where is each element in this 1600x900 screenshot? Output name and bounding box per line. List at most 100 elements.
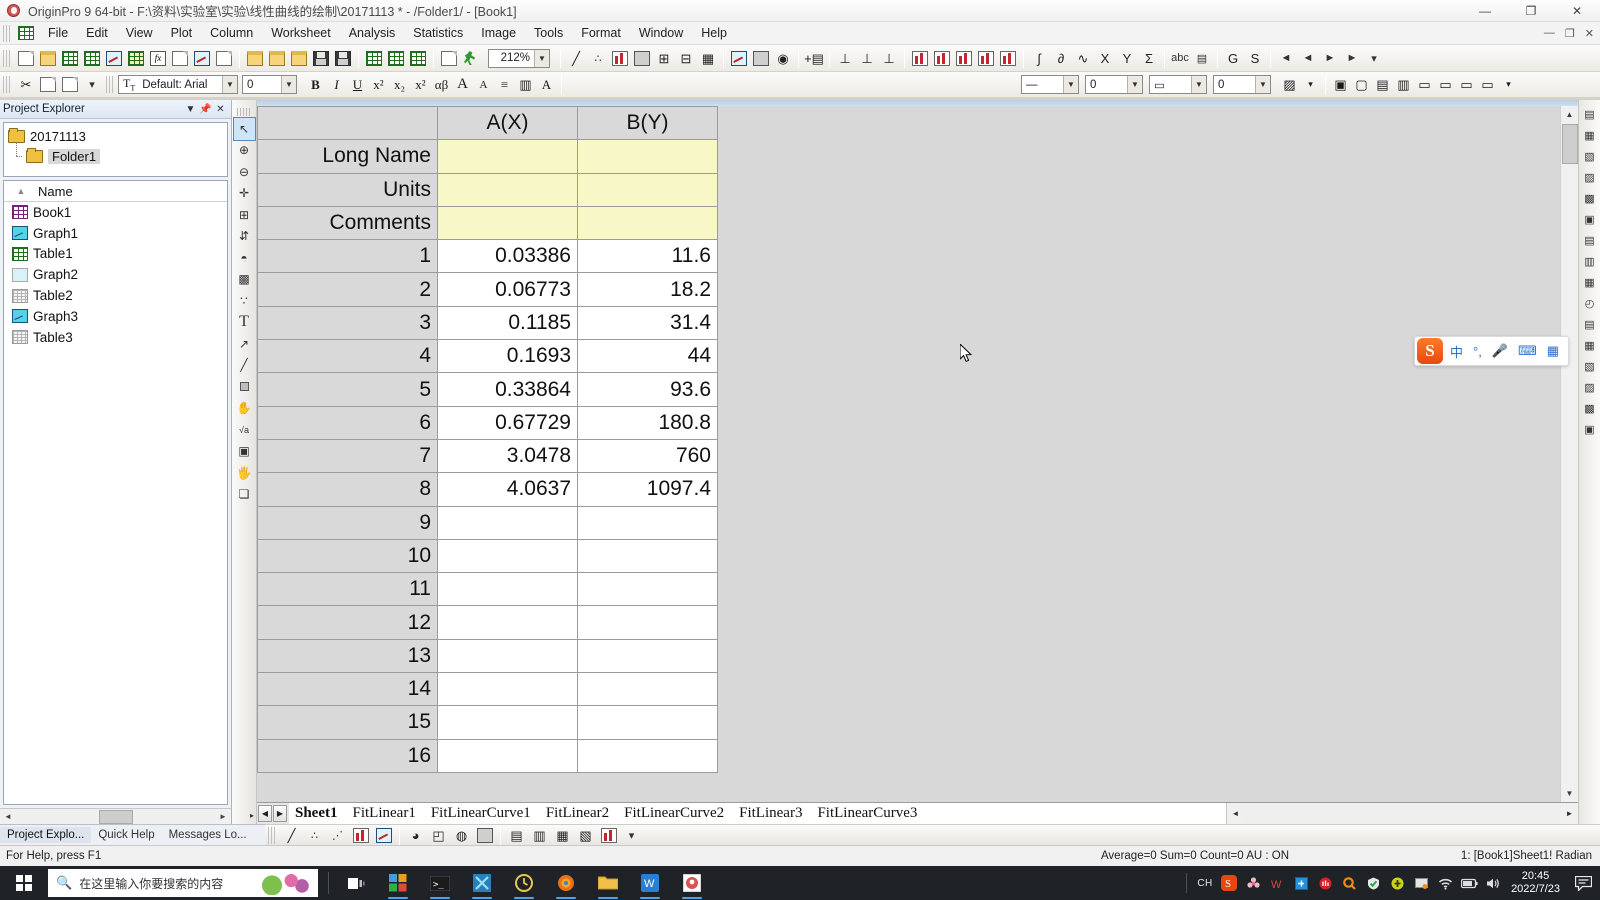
start-button[interactable] (0, 866, 48, 900)
new-graph-button[interactable] (103, 48, 125, 69)
list-item-table3[interactable]: Table3 (4, 327, 227, 348)
fill-pattern-button[interactable]: ▨ (1279, 75, 1300, 95)
merge-graph-button[interactable]: ▥ (1580, 251, 1599, 271)
project-list-header[interactable]: ▲ Name (4, 181, 227, 202)
font-family-combo[interactable]: TT Default: Arial ▼ (118, 75, 238, 94)
palette-overflow-icon[interactable]: ▸ (250, 811, 254, 820)
battery-icon[interactable] (1457, 866, 1481, 900)
task-view-icon[interactable] (335, 866, 377, 900)
cell-a[interactable] (437, 638, 578, 674)
origin-icon[interactable] (671, 866, 713, 900)
merge-graph-button[interactable]: ⊟ (675, 48, 697, 69)
speed-mode-button[interactable]: ▣ (1580, 209, 1599, 229)
ime-mode-button[interactable]: 中 (1445, 342, 1468, 361)
table-row[interactable]: 3 0.1185 31.4 (257, 305, 718, 341)
security-icon[interactable] (1361, 866, 1385, 900)
worksheet-vscrollbar[interactable]: ▲ ▼ (1560, 106, 1578, 802)
menu-item-column[interactable]: Column (201, 24, 262, 42)
keyboard-icon[interactable]: ⌨ (1513, 343, 1542, 359)
tree-node-root[interactable]: 20171113 (8, 126, 223, 146)
sigma-button[interactable]: Σ (1138, 48, 1160, 69)
table-row[interactable]: 6 0.67729 180.8 (257, 405, 718, 440)
legend-button[interactable]: ▧ (1580, 146, 1599, 166)
row-header[interactable]: 4 (257, 339, 438, 374)
column-header-b[interactable]: B(Y) (577, 106, 718, 141)
spellcheck-button[interactable]: abc (1169, 48, 1191, 69)
ime-punctuation-button[interactable]: °, (1468, 344, 1487, 359)
menu-item-view[interactable]: View (117, 24, 162, 42)
close-button[interactable]: ✕ (1554, 0, 1600, 22)
cell-a[interactable] (437, 672, 578, 707)
worksheet-hscrollbar[interactable]: ◄ ► (1226, 803, 1578, 824)
align-center-button[interactable]: ▭ (1435, 75, 1456, 95)
y-function-button[interactable]: Y (1116, 48, 1138, 69)
list-item-graph2[interactable]: Graph2 (4, 264, 227, 285)
scroll-left-icon[interactable]: ◄ (0, 812, 16, 821)
scroll-thumb[interactable] (98, 809, 133, 824)
extract-layer-button[interactable]: ▦ (697, 48, 719, 69)
doc-restore-button[interactable]: ❐ (1561, 27, 1579, 40)
pin-icon[interactable]: 📌 (198, 104, 213, 115)
minimize-button[interactable]: — (1462, 0, 1508, 22)
line-style-combo[interactable]: — ▼ (1021, 75, 1079, 94)
interpolate-button[interactable]: ∿ (1072, 48, 1094, 69)
row-header[interactable]: 1 (257, 239, 438, 274)
cell-b[interactable] (577, 572, 718, 607)
rectangle-tool[interactable] (234, 376, 255, 398)
area-plot-button[interactable] (372, 826, 395, 845)
clock-tool-button[interactable]: ◴ (1580, 293, 1599, 313)
greek-button[interactable]: αβ (431, 75, 452, 95)
menu-item-window[interactable]: Window (630, 24, 692, 42)
scroll-up-icon[interactable]: ▲ (1561, 106, 1578, 123)
pattern-button[interactable]: ▥ (515, 75, 536, 95)
nav-overflow-button[interactable]: ▾ (1363, 48, 1385, 69)
worksheet-grid[interactable]: A(X) B(Y) Long Name Units Comments 1 0.0… (257, 106, 718, 773)
flower-icon[interactable] (1241, 866, 1265, 900)
line-width-combo[interactable]: 0 ▼ (1085, 75, 1143, 94)
cell-a[interactable]: 0.06773 (437, 272, 578, 307)
search-tray-icon[interactable] (1337, 866, 1361, 900)
subscript-button[interactable]: x₂ (389, 75, 410, 95)
underline-button[interactable]: U (347, 75, 368, 95)
cell-b[interactable]: 44 (577, 339, 718, 374)
back-button[interactable]: ▥ (1393, 75, 1414, 95)
cell-a[interactable] (437, 605, 578, 640)
sheet-tab-fitlinear1[interactable]: FitLinear1 (347, 803, 425, 824)
menu-item-plot[interactable]: Plot (162, 24, 202, 42)
font-group-drag-handle[interactable] (106, 76, 115, 93)
format-toolbar-drag-handle[interactable] (3, 76, 12, 93)
bar-chart-button[interactable] (975, 48, 997, 69)
cell-b[interactable] (577, 538, 718, 574)
nav-first-button[interactable]: ◄ (1275, 48, 1297, 69)
cell-a[interactable]: 0.1693 (437, 339, 578, 374)
tree-node-folder1[interactable]: Folder1 (8, 142, 223, 166)
wps-writer-icon[interactable]: W (629, 866, 671, 900)
new-layout-button[interactable] (169, 48, 191, 69)
zoom-combo[interactable]: 212% ▼ (488, 48, 550, 68)
data-tool-button[interactable]: ▦ (1580, 335, 1599, 355)
graph-toolbar-drag-handle[interactable] (268, 826, 277, 844)
object-overflow-button[interactable]: ▾ (1498, 75, 1519, 95)
menu-item-tools[interactable]: Tools (525, 24, 572, 42)
sheet-tab-fitlinear3[interactable]: FitLinear3 (733, 803, 811, 824)
cell-a[interactable]: 4.0637 (437, 472, 578, 507)
options-button[interactable]: ▣ (1580, 419, 1599, 439)
new-layer-button[interactable]: ▤ (1580, 230, 1599, 250)
line-symbol-plot-button[interactable]: ⋰ (326, 826, 349, 845)
row-header[interactable]: 2 (257, 272, 438, 307)
new-layer-button[interactable] (750, 48, 772, 69)
bar-plot-button[interactable] (597, 826, 620, 845)
import-wizard-button[interactable] (288, 48, 310, 69)
store-icon[interactable] (377, 866, 419, 900)
data-reader-tool[interactable]: ✛ (234, 183, 255, 205)
grid-button[interactable]: ▩ (1580, 188, 1599, 208)
dock-tab-project-explorer[interactable]: Project Explo... (0, 827, 92, 843)
taskbar-clock[interactable]: 20:45 2022/7/23 (1505, 870, 1570, 896)
colormap-button[interactable]: ◉ (772, 48, 794, 69)
scatter-matrix-button[interactable] (953, 48, 975, 69)
notification-icon[interactable] (1570, 875, 1596, 891)
cut-button[interactable]: ✂ (15, 74, 37, 95)
pan-tool[interactable]: ✋ (234, 398, 255, 420)
cell-a[interactable]: 0.33864 (437, 372, 578, 407)
cell-a[interactable] (437, 705, 578, 740)
